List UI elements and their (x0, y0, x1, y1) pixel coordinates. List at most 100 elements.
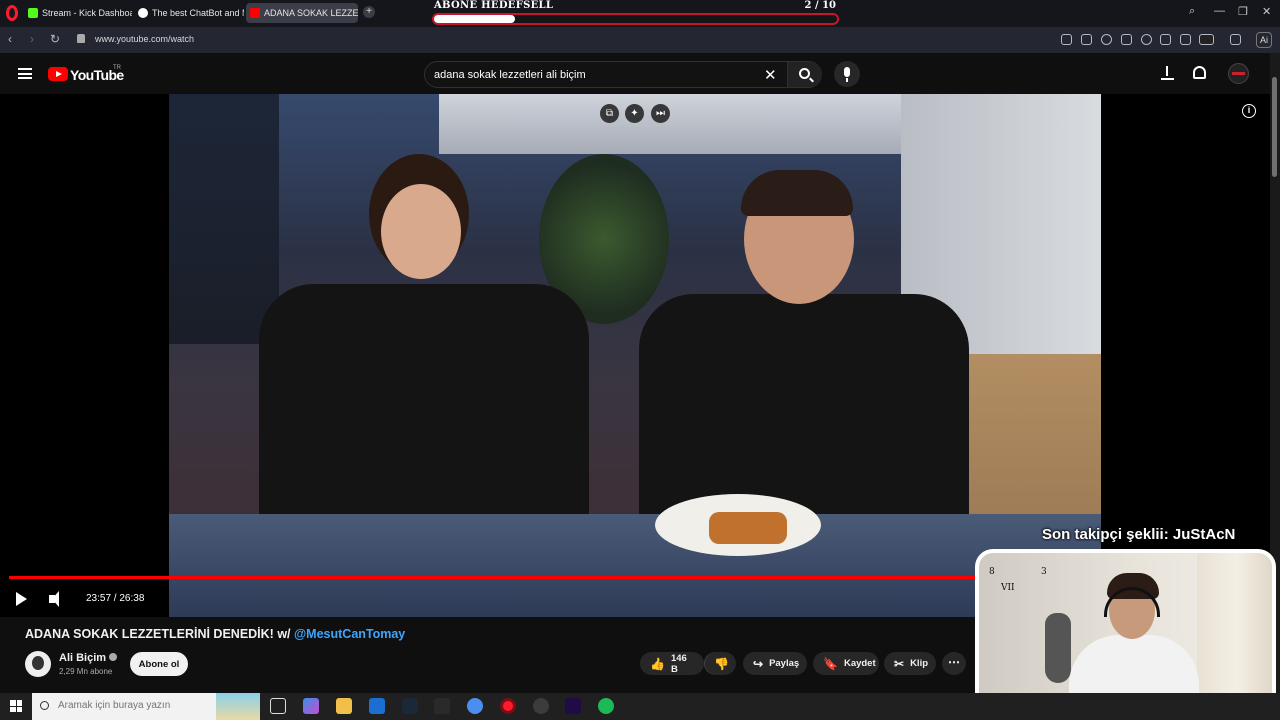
scene-person-left-face (381, 184, 461, 279)
lock-icon (77, 34, 85, 43)
time-display: 23:57 / 26:38 (86, 593, 145, 604)
download-icon[interactable] (1160, 34, 1171, 45)
minimize-button[interactable]: — (1214, 5, 1225, 17)
goal-progress-fill (434, 15, 515, 23)
spotify-icon[interactable] (598, 698, 614, 714)
volume-icon[interactable] (49, 591, 59, 607)
voice-search-icon[interactable] (834, 61, 860, 87)
scene-person-right-hair (741, 170, 853, 216)
browser-search-icon[interactable]: ⌕ (1189, 5, 1195, 18)
hamburger-menu-icon[interactable] (18, 68, 32, 79)
video-title-mention-link[interactable]: @MesutCanTomay (294, 627, 405, 641)
kick-favicon-icon (28, 8, 38, 18)
heart-icon[interactable] (1141, 34, 1152, 45)
scrollbar-thumb[interactable] (1272, 77, 1277, 177)
webcam-curtain (1197, 553, 1272, 710)
steam-icon[interactable] (402, 698, 418, 714)
task-view-icon[interactable] (270, 698, 286, 714)
thumbs-down-icon: 👎 (714, 656, 729, 671)
like-count: 146 B (670, 652, 687, 675)
channel-name[interactable]: Ali Biçim (59, 652, 118, 664)
video-frame[interactable] (169, 94, 1101, 617)
clip-button[interactable]: ✂ Klip (884, 652, 936, 675)
reload-icon[interactable]: ↻ (50, 32, 60, 46)
scene-dessert (709, 512, 787, 544)
goal-progress-bar (432, 13, 839, 25)
tab-kick-dashboard[interactable]: Stream - Kick Dashboard (24, 3, 132, 23)
subscribe-button[interactable]: Abone ol (130, 652, 188, 676)
maximize-button[interactable]: ❐ (1238, 5, 1248, 18)
tab-chatbot[interactable]: The best ChatBot and M (134, 3, 244, 23)
extension-avatar-icon[interactable] (1199, 34, 1214, 45)
more-actions-icon[interactable]: ⋯ (942, 652, 966, 675)
youtube-logo-icon[interactable] (48, 67, 68, 81)
windows-taskbar (0, 693, 1280, 720)
player-icon[interactable] (1121, 34, 1132, 45)
video-title: ADANA SOKAK LEZZETLERİNİ DENEDİK! w/ @Me… (25, 627, 405, 641)
thumbs-up-icon: 👍 (650, 656, 665, 671)
menu-icon[interactable] (1180, 34, 1191, 45)
close-window-button[interactable]: ✕ (1262, 5, 1271, 18)
tab-label: The best ChatBot and M (152, 8, 244, 18)
notifications-bell-icon[interactable] (1193, 66, 1206, 79)
search-box: ✕ (424, 61, 822, 88)
outlook-icon[interactable] (369, 698, 385, 714)
taskbar-search-input[interactable] (58, 700, 208, 711)
miniplayer-icon[interactable]: ⧉ (600, 104, 619, 123)
scene-table (169, 514, 1101, 617)
epic-games-icon[interactable] (434, 698, 450, 714)
copilot-icon[interactable] (303, 698, 319, 714)
create-upload-icon[interactable] (1161, 66, 1174, 80)
cube-icon[interactable] (1230, 34, 1241, 45)
back-icon[interactable]: ‹ (8, 32, 12, 46)
streamer-webcam: 8 VII 3 (975, 549, 1276, 714)
clip-label: Klip (910, 658, 929, 669)
premiere-pro-icon[interactable] (565, 698, 581, 714)
video-title-text: ADANA SOKAK LEZZETLERİNİ DENEDİK! w/ (25, 627, 294, 641)
share-icon: ↪ (753, 656, 764, 671)
goal-title: ABONE HEDEFSELL (434, 0, 554, 11)
windows-start-icon[interactable] (10, 700, 22, 712)
ai-button[interactable]: Ai (1256, 32, 1273, 48)
webcam-wall-clock: 8 VII 3 (989, 559, 1049, 609)
scene-building (169, 94, 279, 344)
obs-icon[interactable] (533, 698, 549, 714)
scene-person-left (259, 284, 589, 544)
opera-logo-icon[interactable] (6, 5, 18, 21)
new-tab-button[interactable]: + (363, 6, 375, 18)
webcam-guitar (1045, 613, 1071, 683)
share-button[interactable]: ↪ Paylaş (743, 652, 807, 675)
goal-count: 2 / 10 (804, 0, 837, 11)
youtube-header: YouTube TR ✕ (0, 53, 1270, 94)
share-label: Paylaş (769, 658, 800, 669)
bookmark-icon: 🔖 (823, 656, 838, 671)
channel-name-text[interactable]: Ali Biçim (59, 652, 106, 664)
url-field[interactable]: www.youtube.com/watch (95, 34, 194, 44)
like-button[interactable]: 👍 146 B (640, 652, 704, 675)
search-input[interactable] (434, 67, 754, 82)
file-explorer-icon[interactable] (336, 698, 352, 714)
edit-icon[interactable] (1061, 34, 1072, 45)
verified-badge-icon (109, 653, 118, 661)
save-button[interactable]: 🔖 Kaydet (813, 652, 879, 675)
camera-icon[interactable] (1081, 34, 1092, 45)
shield-icon[interactable] (1101, 34, 1112, 45)
dislike-button[interactable]: 👎 (704, 652, 736, 675)
search-button[interactable] (787, 62, 822, 87)
account-avatar[interactable] (1228, 63, 1249, 84)
info-icon[interactable]: i (1242, 104, 1256, 118)
video-player[interactable]: ⧉ ✦ ⏭ i 23:57 / 26:38 Son takipçi şeklii… (0, 94, 1270, 617)
ai-sparkle-icon[interactable]: ✦ (625, 104, 644, 123)
save-label: Kaydet (843, 658, 876, 669)
skip-icon[interactable]: ⏭ (651, 104, 670, 123)
forward-icon[interactable]: › (30, 32, 34, 46)
play-icon[interactable] (16, 592, 27, 606)
channel-avatar[interactable] (25, 651, 51, 677)
clear-search-icon[interactable]: ✕ (764, 66, 777, 84)
chatbot-favicon-icon (138, 8, 148, 18)
clock-numeral: 8 (989, 567, 995, 577)
app-icon[interactable] (467, 698, 483, 714)
opera-taskbar-icon[interactable] (500, 698, 516, 714)
taskbar-search[interactable] (32, 693, 260, 720)
tab-youtube-video[interactable]: ADANA SOKAK LEZZETLE (246, 3, 358, 23)
